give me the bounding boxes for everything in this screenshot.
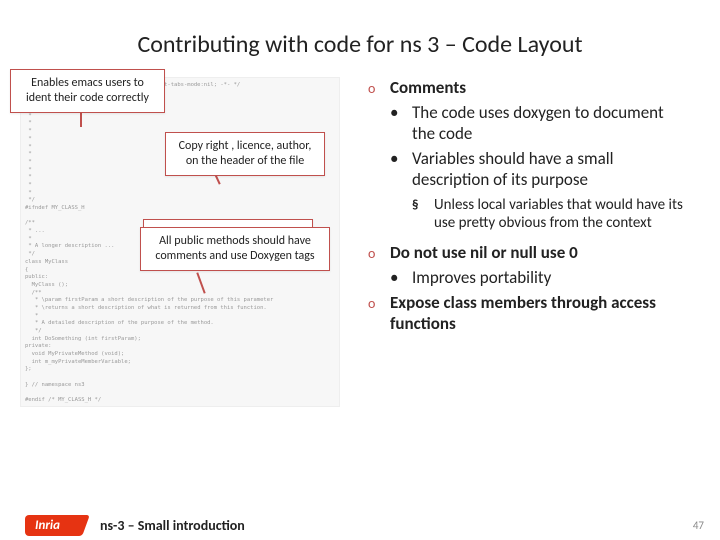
footer-text: ns-3 – Small introduction: [100, 517, 245, 534]
text: Unless local variables that would have i…: [434, 196, 692, 232]
callout-emacs: Enables emacs users to ident their code …: [10, 69, 165, 113]
bullet-local: Unless local variables that would have i…: [362, 196, 700, 232]
text: Comments: [390, 77, 466, 98]
bullet-portability: Improves portability: [362, 267, 700, 288]
content-area: /* -*- Mode:C++; c-file-style:"gnu"; ind…: [0, 77, 720, 407]
text: The code uses doxygen to document the co…: [412, 102, 690, 144]
bullet-list: Comments The code uses doxygen to docume…: [362, 77, 700, 334]
bullet-expose: Expose class members through access func…: [362, 292, 700, 334]
page-number: 47: [693, 519, 704, 532]
bullet-doxygen: The code uses doxygen to document the co…: [362, 102, 700, 144]
text: Improves portability: [412, 267, 690, 288]
bullet-comments-head: Comments: [362, 77, 700, 98]
bullet-no-nil: Do not use nil or null use 0: [362, 242, 700, 263]
footer: Inria ns-3 – Small introduction: [0, 510, 720, 540]
bullet-vars: Variables should have a small descriptio…: [362, 148, 700, 190]
right-column: Comments The code uses doxygen to docume…: [360, 77, 700, 407]
callout-public: All public methods should have comments …: [140, 227, 330, 271]
slide-title: Contributing with code for ns 3 – Code L…: [0, 0, 720, 77]
text: Variables should have a small descriptio…: [412, 148, 690, 190]
text: Expose class members through access func…: [390, 292, 698, 334]
left-column: /* -*- Mode:C++; c-file-style:"gnu"; ind…: [20, 77, 360, 407]
text: Do not use nil or null use 0: [390, 242, 578, 263]
callout-copyright: Copy right , licence, author, on the hea…: [165, 132, 325, 176]
inria-logo: Inria: [25, 515, 78, 536]
